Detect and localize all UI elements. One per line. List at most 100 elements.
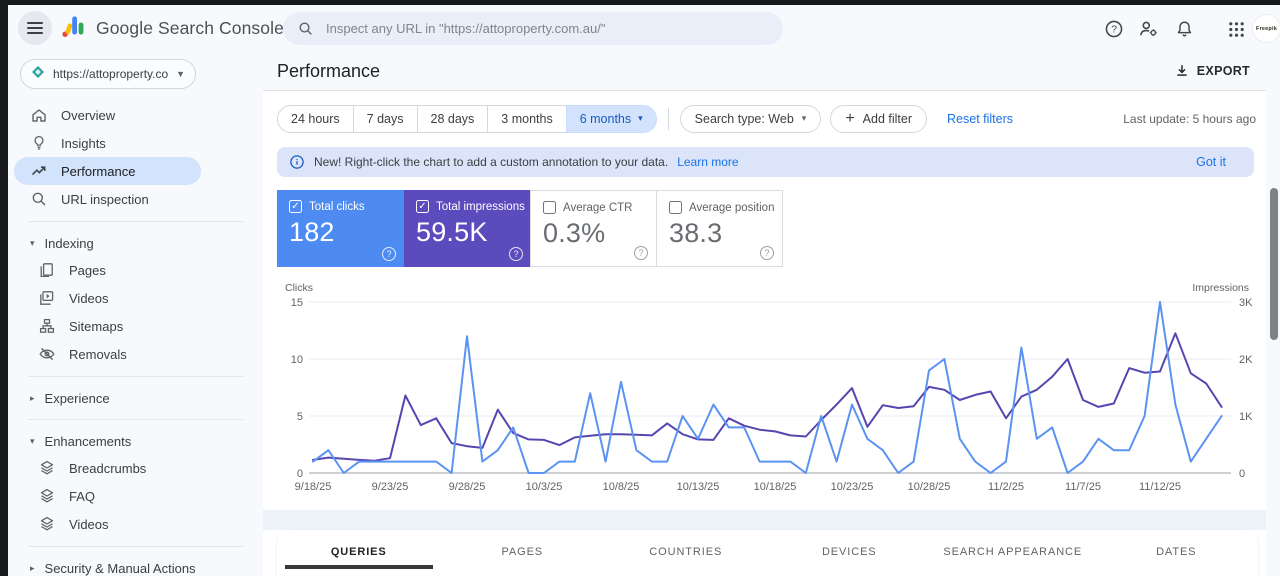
average-position-card[interactable]: Average position 38.3 ? — [656, 190, 783, 267]
sidebar-section-security[interactable]: ▸ Security & Manual Actions — [8, 555, 263, 576]
svg-text:?: ? — [1111, 24, 1117, 36]
screen: Google Search Console ? Freepik — [0, 0, 1280, 576]
sidebar-item-overview[interactable]: Overview — [8, 101, 263, 129]
chevron-right-icon: ▸ — [30, 394, 35, 403]
got-it-button[interactable]: Got it — [1190, 154, 1232, 170]
divider — [28, 376, 243, 377]
sidebar-item-pages[interactable]: Pages — [8, 256, 263, 284]
apps-grid-icon — [1227, 20, 1246, 39]
account-avatar[interactable]: Freepik — [1252, 14, 1280, 43]
checkbox-checked-icon[interactable]: ✓ — [289, 200, 302, 213]
chip-24-hours[interactable]: 24 hours — [277, 105, 354, 133]
divider — [668, 108, 669, 130]
url-inspect-searchbox[interactable] — [283, 12, 783, 45]
metric-label: Average CTR — [563, 202, 632, 214]
help-button[interactable]: ? — [1103, 18, 1125, 40]
section-label: Enhancements — [45, 434, 132, 449]
svg-text:3K: 3K — [1239, 297, 1253, 309]
metric-value: 0.3% — [543, 218, 646, 249]
user-settings-icon — [1138, 19, 1159, 39]
sidebar-item-label: Videos — [69, 291, 109, 306]
svg-text:1K: 1K — [1239, 411, 1253, 423]
sidebar-item-label: Breadcrumbs — [69, 461, 146, 476]
sidebar-section-enhancements[interactable]: ▾ Enhancements — [8, 428, 263, 454]
average-ctr-card[interactable]: Average CTR 0.3% ? — [530, 190, 657, 267]
total-impressions-card[interactable]: ✓Total impressions 59.5K ? — [404, 190, 531, 267]
export-button[interactable]: EXPORT — [1164, 63, 1260, 79]
chevron-down-icon: ▾ — [638, 114, 643, 123]
checkbox-checked-icon[interactable]: ✓ — [416, 200, 429, 213]
eye-off-icon — [38, 345, 56, 363]
scrollbar-thumb[interactable] — [1270, 188, 1278, 340]
reset-filters-link[interactable]: Reset filters — [941, 111, 1019, 127]
svg-text:10/8/25: 10/8/25 — [603, 481, 640, 493]
google-apps-button[interactable] — [1225, 18, 1247, 40]
sidebar-item-videos-enhancement[interactable]: Videos — [8, 510, 263, 538]
svg-text:2K: 2K — [1239, 354, 1253, 366]
chip-28-days[interactable]: 28 days — [417, 105, 489, 133]
help-icon[interactable]: ? — [382, 247, 396, 261]
main-menu-button[interactable] — [18, 11, 52, 45]
avatar-label: Freepik — [1256, 26, 1277, 32]
chevron-down-icon: ▾ — [30, 437, 35, 446]
sidebar-item-removals[interactable]: Removals — [8, 340, 263, 368]
add-filter-button[interactable]: + Add filter — [830, 105, 927, 133]
chip-7-days[interactable]: 7 days — [353, 105, 418, 133]
home-icon — [30, 106, 48, 124]
sidebar-section-experience[interactable]: ▸ Experience — [8, 385, 263, 411]
learn-more-link[interactable]: Learn more — [677, 155, 738, 169]
tab-search-appearance[interactable]: SEARCH APPEARANCE — [931, 530, 1095, 576]
metric-value: 182 — [289, 217, 394, 248]
svg-text:11/2/25: 11/2/25 — [988, 481, 1024, 493]
plus-icon: + — [845, 111, 854, 127]
tab-pages[interactable]: PAGES — [441, 530, 605, 576]
lightbulb-icon — [30, 134, 48, 152]
tab-devices[interactable]: DEVICES — [768, 530, 932, 576]
sidebar-item-label: Removals — [69, 347, 127, 362]
help-icon[interactable]: ? — [760, 246, 774, 260]
pages-icon — [38, 261, 56, 279]
user-settings-button[interactable] — [1137, 18, 1159, 40]
sidebar-item-breadcrumbs[interactable]: Breadcrumbs — [8, 454, 263, 482]
tab-countries[interactable]: COUNTRIES — [604, 530, 768, 576]
divider — [28, 546, 243, 547]
svg-text:0: 0 — [1239, 468, 1245, 480]
layers-icon — [38, 487, 56, 505]
sidebar-item-insights[interactable]: Insights — [8, 129, 263, 157]
section-label: Security & Manual Actions — [45, 561, 196, 576]
checkbox-unchecked-icon[interactable] — [669, 201, 682, 214]
search-type-filter[interactable]: Search type: Web ▾ — [680, 105, 822, 133]
chevron-down-icon: ▼ — [176, 70, 185, 79]
svg-text:10: 10 — [291, 354, 303, 366]
clicks-impressions-chart[interactable]: 0051K102K153KClicksImpressions9/18/259/2… — [263, 280, 1266, 495]
checkbox-unchecked-icon[interactable] — [543, 201, 556, 214]
chip-6-months[interactable]: 6 months ▾ — [566, 105, 657, 133]
sidebar-item-url-inspection[interactable]: URL inspection — [8, 185, 263, 213]
sidebar-section-indexing[interactable]: ▾ Indexing — [8, 230, 263, 256]
topbar: Google Search Console ? Freepik — [8, 5, 1280, 52]
tab-dates[interactable]: DATES — [1095, 530, 1259, 576]
sidebar-item-faq[interactable]: FAQ — [8, 482, 263, 510]
sidebar-item-sitemaps[interactable]: Sitemaps — [8, 312, 263, 340]
performance-chart[interactable]: 0051K102K153KClicksImpressions9/18/259/2… — [263, 280, 1266, 495]
layers-icon — [38, 515, 56, 533]
chevron-down-icon: ▾ — [802, 114, 807, 123]
help-icon[interactable]: ? — [509, 247, 523, 261]
sidebar-item-performance[interactable]: Performance — [14, 157, 201, 185]
page-title: Performance — [277, 61, 380, 82]
section-label: Experience — [45, 391, 110, 406]
chip-3-months[interactable]: 3 months — [487, 105, 566, 133]
svg-text:11/12/25: 11/12/25 — [1139, 481, 1181, 493]
help-icon[interactable]: ? — [634, 246, 648, 260]
sidebar-item-label: Performance — [61, 164, 135, 179]
svg-text:10/23/25: 10/23/25 — [831, 481, 874, 493]
tab-queries[interactable]: QUERIES — [277, 530, 441, 576]
notifications-button[interactable] — [1173, 18, 1195, 40]
sidebar-item-videos-indexing[interactable]: Videos — [8, 284, 263, 312]
total-clicks-card[interactable]: ✓Total clicks 182 ? — [277, 190, 404, 267]
property-selector[interactable]: https://attoproperty.co... ▼ — [20, 59, 196, 89]
search-input[interactable] — [324, 20, 769, 37]
svg-text:0: 0 — [297, 468, 303, 480]
search-console-logo-icon — [60, 14, 87, 43]
section-label: Indexing — [45, 236, 94, 251]
